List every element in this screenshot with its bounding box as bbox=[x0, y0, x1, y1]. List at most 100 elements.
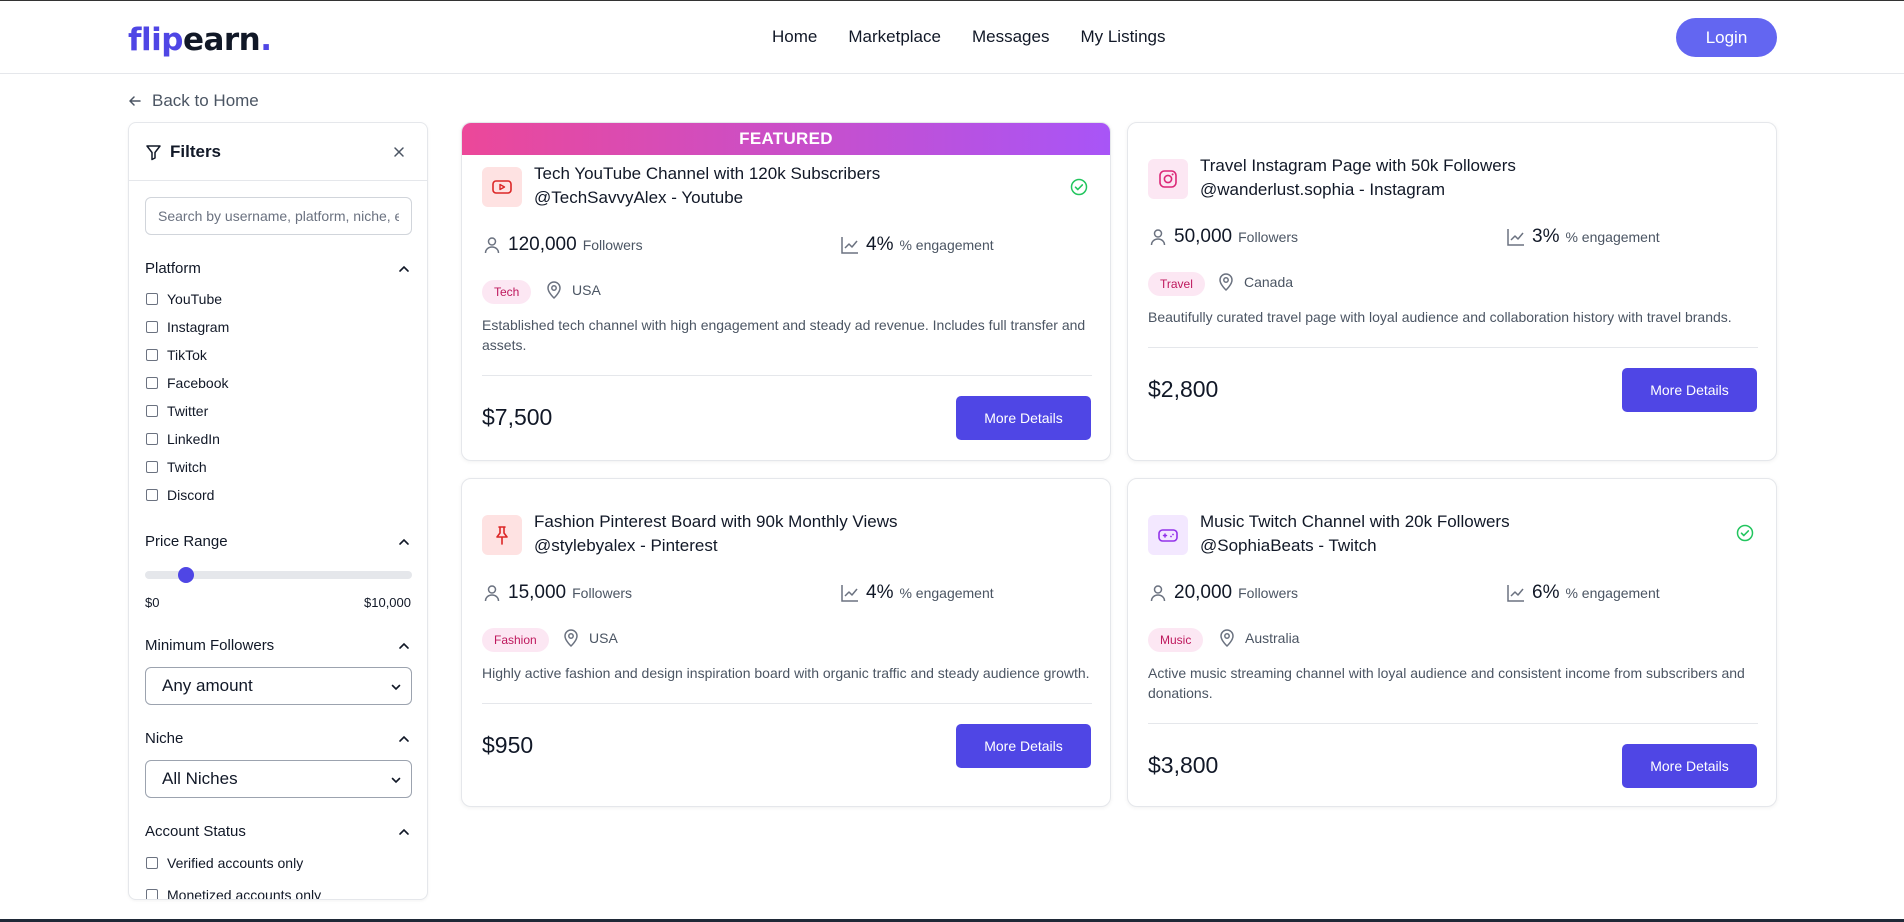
listing-title[interactable]: Travel Instagram Page with 50k Followers bbox=[1200, 154, 1516, 178]
checkbox[interactable] bbox=[146, 321, 158, 333]
location: Canada bbox=[1216, 272, 1293, 292]
more-details-button[interactable]: More Details bbox=[956, 396, 1091, 440]
pin-icon bbox=[496, 526, 508, 545]
chevron-up-icon[interactable] bbox=[398, 263, 410, 275]
niche-section-title: Niche bbox=[145, 730, 184, 747]
nav-my-listings[interactable]: My Listings bbox=[1080, 25, 1165, 49]
listing-handle: @wanderlust.sophia - Instagram bbox=[1200, 180, 1445, 199]
more-details-button[interactable]: More Details bbox=[1622, 368, 1757, 412]
monetized-only-option[interactable]: Monetized accounts only bbox=[146, 887, 321, 899]
platform-tiktok-option[interactable]: TikTok bbox=[146, 347, 207, 363]
verified-check-icon bbox=[1736, 524, 1754, 542]
listing-title[interactable]: Fashion Pinterest Board with 90k Monthly… bbox=[534, 510, 897, 534]
chevron-up-icon[interactable] bbox=[398, 536, 410, 548]
nav-messages[interactable]: Messages bbox=[972, 25, 1049, 49]
featured-banner: FEATURED bbox=[462, 123, 1110, 155]
listing-card[interactable]: Music Twitch Channel with 20k Followers … bbox=[1127, 478, 1777, 807]
location: USA bbox=[561, 628, 618, 648]
more-details-button[interactable]: More Details bbox=[956, 724, 1091, 768]
price-slider[interactable] bbox=[145, 567, 412, 583]
verified-check-icon bbox=[1070, 178, 1088, 196]
platform-linkedin-option[interactable]: LinkedIn bbox=[146, 431, 220, 447]
listing-card[interactable]: FEATURED Tech YouTube Channel with 120k … bbox=[461, 122, 1111, 461]
nav-home[interactable]: Home bbox=[772, 25, 817, 49]
checkbox[interactable] bbox=[146, 349, 158, 361]
followers-stat: 20,000 Followers bbox=[1148, 582, 1298, 604]
price-section-title: Price Range bbox=[145, 533, 228, 550]
listing-price: $2,800 bbox=[1148, 376, 1219, 402]
login-button[interactable]: Login bbox=[1676, 18, 1777, 57]
price-min-label: $0 bbox=[145, 595, 160, 610]
filter-icon bbox=[146, 145, 161, 161]
niche-tag: Fashion bbox=[482, 628, 549, 652]
divider bbox=[482, 703, 1092, 704]
engagement-stat: 4%% engagement bbox=[840, 582, 994, 604]
chevron-up-icon[interactable] bbox=[398, 733, 410, 745]
chevron-down-icon bbox=[391, 777, 401, 784]
listing-title[interactable]: Tech YouTube Channel with 120k Subscribe… bbox=[534, 162, 880, 186]
status-section-title: Account Status bbox=[145, 823, 246, 840]
divider bbox=[482, 375, 1092, 376]
listing-description: Active music streaming channel with loya… bbox=[1148, 665, 1745, 701]
user-icon bbox=[484, 237, 500, 254]
platform-discord-option[interactable]: Discord bbox=[146, 487, 214, 503]
platform-twitch-option[interactable]: Twitch bbox=[146, 459, 207, 475]
map-pin-icon bbox=[547, 281, 561, 300]
checkbox[interactable] bbox=[146, 377, 158, 389]
nav-marketplace[interactable]: Marketplace bbox=[848, 25, 941, 49]
niche-tag: Tech bbox=[482, 280, 532, 304]
checkbox[interactable] bbox=[146, 293, 158, 305]
line-chart-icon bbox=[841, 237, 858, 254]
youtube-icon bbox=[492, 180, 512, 194]
checkbox[interactable] bbox=[146, 889, 158, 899]
checkbox[interactable] bbox=[146, 489, 158, 501]
gamepad-icon bbox=[1158, 529, 1178, 542]
user-icon bbox=[1150, 229, 1166, 246]
platform-twitter-option[interactable]: Twitter bbox=[146, 403, 208, 419]
price-max-label: $10,000 bbox=[364, 595, 411, 610]
chevron-up-icon[interactable] bbox=[398, 826, 410, 838]
niche-tag: Music bbox=[1148, 628, 1204, 652]
user-icon bbox=[484, 585, 500, 602]
listing-title[interactable]: Music Twitch Channel with 20k Followers bbox=[1200, 510, 1510, 534]
verified-only-option[interactable]: Verified accounts only bbox=[146, 855, 303, 871]
engagement-stat: 3%% engagement bbox=[1506, 226, 1660, 248]
min-followers-select[interactable]: Any amount bbox=[145, 667, 412, 705]
platform-icon-box bbox=[1148, 159, 1188, 199]
filters-panel: Filters Platform YouTube Instagram TikTo… bbox=[128, 122, 428, 900]
line-chart-icon bbox=[1507, 229, 1524, 246]
listing-price: $3,800 bbox=[1148, 752, 1219, 778]
chevron-up-icon[interactable] bbox=[398, 640, 410, 652]
back-to-home-link[interactable]: Back to Home bbox=[128, 91, 259, 111]
map-pin-icon bbox=[564, 629, 578, 648]
listing-price: $950 bbox=[482, 732, 534, 758]
listing-handle: @SophiaBeats - Twitch bbox=[1200, 536, 1377, 555]
platform-facebook-option[interactable]: Facebook bbox=[146, 375, 228, 391]
brand-logo[interactable]: flipearn. bbox=[128, 20, 272, 60]
close-icon[interactable] bbox=[392, 145, 406, 159]
arrow-left-icon bbox=[129, 96, 141, 106]
engagement-stat: 6%% engagement bbox=[1506, 582, 1660, 604]
checkbox[interactable] bbox=[146, 461, 158, 473]
listing-card[interactable]: Travel Instagram Page with 50k Followers… bbox=[1127, 122, 1777, 461]
checkbox[interactable] bbox=[146, 433, 158, 445]
filter-search-input[interactable] bbox=[145, 197, 412, 235]
checkbox[interactable] bbox=[146, 857, 158, 869]
listing-description: Beautifully curated travel page with loy… bbox=[1148, 309, 1732, 325]
platform-youtube-option[interactable]: YouTube bbox=[146, 291, 222, 307]
checkbox[interactable] bbox=[146, 405, 158, 417]
listing-card[interactable]: Fashion Pinterest Board with 90k Monthly… bbox=[461, 478, 1111, 807]
platform-instagram-option[interactable]: Instagram bbox=[146, 319, 229, 335]
line-chart-icon bbox=[841, 585, 858, 602]
map-pin-icon bbox=[1220, 629, 1234, 648]
chevron-down-icon bbox=[391, 684, 401, 691]
listing-description: Highly active fashion and design inspira… bbox=[482, 665, 1090, 681]
main-nav: Home Marketplace Messages My Listings bbox=[772, 25, 1196, 49]
slider-thumb[interactable] bbox=[177, 567, 194, 583]
line-chart-icon bbox=[1507, 585, 1524, 602]
filters-title: Filters bbox=[170, 142, 222, 161]
niche-select[interactable]: All Niches bbox=[145, 760, 412, 798]
listing-description: Established tech channel with high engag… bbox=[482, 317, 1086, 353]
map-pin-icon bbox=[1219, 273, 1233, 292]
more-details-button[interactable]: More Details bbox=[1622, 744, 1757, 788]
